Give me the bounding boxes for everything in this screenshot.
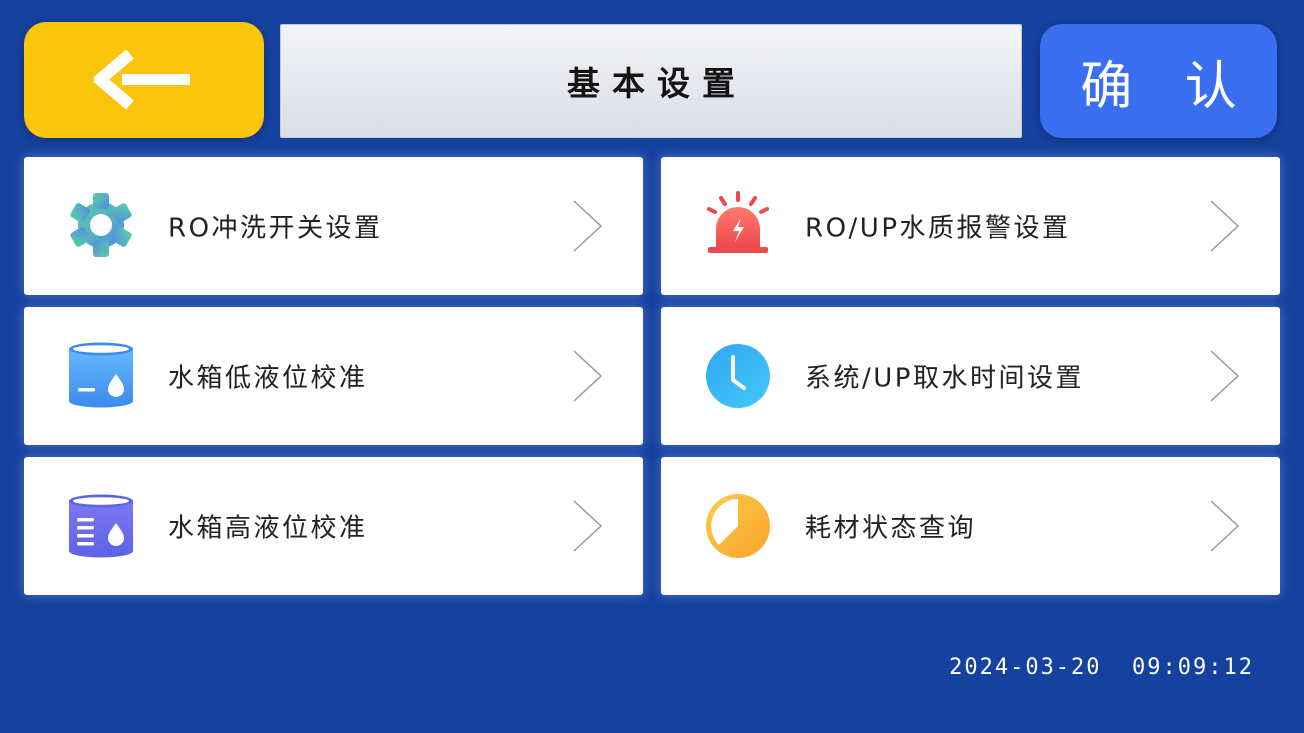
alarm-icon (707, 191, 769, 253)
chevron-right-icon (1210, 500, 1240, 552)
menu-item-water-quality-alarm[interactable]: RO/UP水质报警设置 (661, 157, 1280, 295)
page-title: 基本设置 (567, 64, 747, 103)
back-button[interactable] (24, 22, 264, 138)
menu-item-dispense-time[interactable]: 系统/UP取水时间设置 (661, 307, 1280, 445)
menu-item-label: RO/UP水质报警设置 (805, 213, 1071, 244)
menu-item-label: 系统/UP取水时间设置 (805, 363, 1084, 394)
chevron-right-icon (1210, 350, 1240, 402)
water-tank-low-icon (69, 342, 133, 408)
chevron-right-icon (1210, 200, 1240, 252)
gear-icon (70, 193, 132, 257)
menu-item-consumables-status[interactable]: 耗材状态查询 (661, 457, 1280, 595)
menu-item-tank-high-level[interactable]: 水箱高液位校准 (24, 457, 643, 595)
water-tank-high-icon (69, 494, 133, 558)
chevron-right-icon (573, 200, 603, 252)
menu-item-label: 水箱高液位校准 (168, 513, 368, 544)
pie-status-icon (706, 494, 770, 558)
clock-icon (706, 344, 770, 408)
chevron-right-icon (573, 350, 603, 402)
menu-item-label: RO冲洗开关设置 (168, 213, 383, 244)
title-bar: 基本设置 (280, 24, 1022, 138)
arrow-left-icon (94, 50, 190, 110)
menu-item-label: 耗材状态查询 (805, 513, 977, 544)
menu-item-label: 水箱低液位校准 (168, 363, 368, 394)
chevron-right-icon (573, 500, 603, 552)
confirm-button[interactable]: 确 认 (1040, 24, 1277, 138)
menu-item-tank-low-level[interactable]: 水箱低液位校准 (24, 307, 643, 445)
menu-item-ro-flush[interactable]: RO冲洗开关设置 (24, 157, 643, 295)
confirm-label: 确 认 (1080, 56, 1255, 117)
datetime-display: 2024-03-20 09:09:12 (949, 655, 1254, 680)
